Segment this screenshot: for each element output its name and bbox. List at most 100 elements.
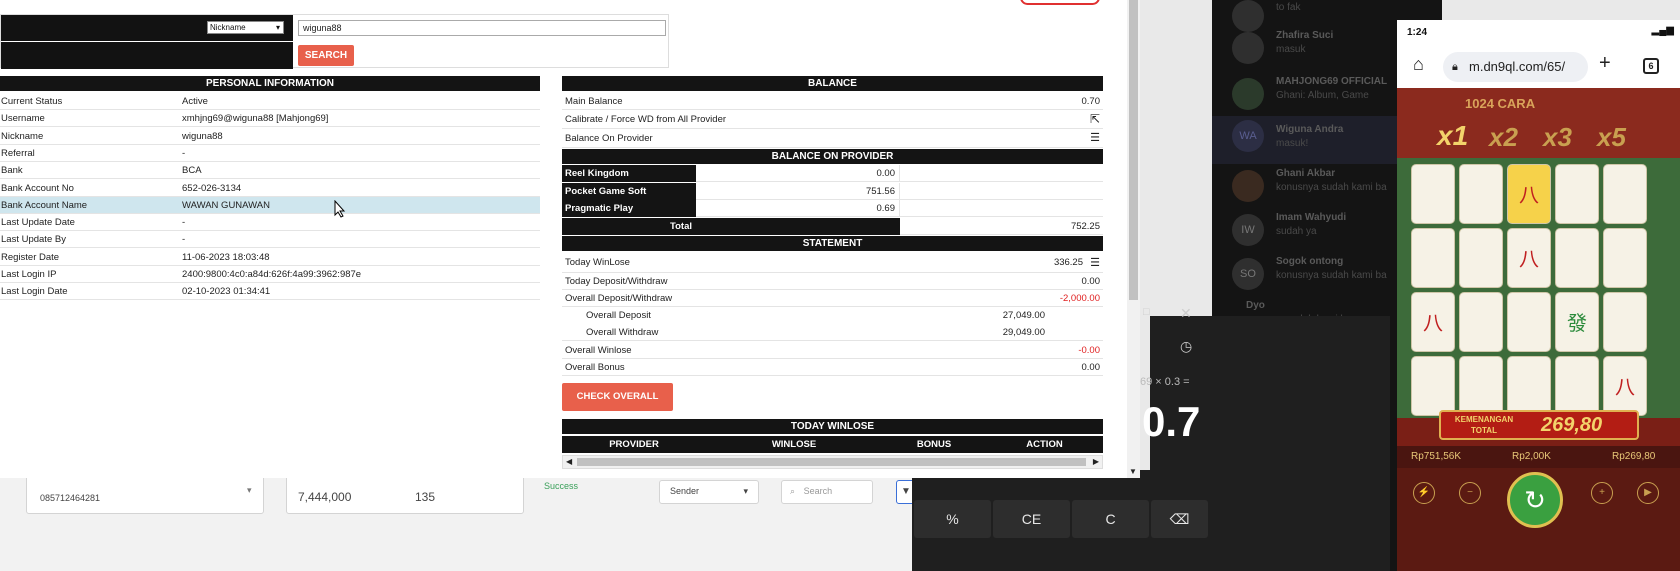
overall-dw-row: Overall Deposit/Withdraw -2,000.00 — [562, 290, 1103, 307]
chevron-down-icon[interactable]: ▾ — [247, 485, 252, 496]
personal-info-label: Last Update Date — [1, 217, 75, 229]
horizontal-scrollbar[interactable]: ◀ ▶ — [562, 455, 1103, 469]
scroll-right-icon[interactable]: ▶ — [1093, 457, 1099, 466]
search-form: Nickname ▾ wiguna88 SEARCH — [0, 14, 669, 69]
chevron-down-icon: ▾ — [743, 486, 748, 496]
new-tab-icon[interactable]: + — [1599, 52, 1611, 75]
modal-top-badge[interactable] — [1020, 0, 1100, 5]
mahjong-tile — [1555, 164, 1599, 224]
personal-info-value: wiguna88 — [182, 130, 223, 142]
personal-info-label: Nickname — [1, 130, 44, 142]
scroll-left-icon[interactable]: ◀ — [566, 457, 572, 466]
multiplier-x1: x1 — [1437, 120, 1469, 151]
calc-key-percent[interactable]: % — [914, 500, 991, 538]
provider-total-spacer — [696, 218, 900, 235]
calc-key-c[interactable]: C — [1072, 500, 1149, 538]
check-overall-button[interactable]: CHECK OVERALL — [562, 383, 673, 411]
history-icon[interactable]: ◷ — [1180, 338, 1192, 355]
overall-bonus-row: Overall Bonus 0.00 — [562, 359, 1103, 376]
mahjong-tile — [1507, 356, 1551, 416]
scroll-thumb[interactable] — [1129, 0, 1138, 300]
balance-bar: Rp751,56K Rp2,00K Rp269,80 — [1397, 446, 1680, 468]
search-input[interactable]: wiguna88 — [298, 20, 666, 36]
mahjong-tile — [1411, 164, 1455, 224]
mahjong-tile — [1459, 164, 1503, 224]
overall-winlose-row: Overall Winlose -0.00 — [562, 342, 1103, 359]
personal-info-label: Bank Account No — [1, 182, 74, 194]
list-icon[interactable]: ☰ — [1090, 129, 1100, 148]
today-winlose-header: TODAY WINLOSE — [562, 419, 1103, 434]
vertical-scrollbar[interactable]: ▼ — [1127, 0, 1140, 478]
list-icon[interactable]: ☰ — [1090, 253, 1100, 273]
turbo-icon[interactable]: ⚡ — [1413, 482, 1435, 504]
mahjong-tile — [1411, 228, 1455, 288]
minus-icon[interactable]: − — [1459, 482, 1481, 504]
overall-dw-label: Overall Deposit/Withdraw — [565, 293, 673, 304]
search-button[interactable]: SEARCH — [298, 45, 354, 66]
personal-info-value: - — [182, 234, 186, 246]
provider-row: Pocket Game Soft 751.56 — [562, 183, 1103, 200]
tab-count[interactable]: 6 — [1643, 58, 1659, 74]
calc-expression: 69 × 0.3 = — [1140, 376, 1190, 388]
personal-info-header: PERSONAL INFORMATION — [0, 76, 540, 91]
chat-name: Ghani Akbar — [1276, 168, 1336, 179]
personal-info-label: Username — [1, 113, 45, 125]
mahjong-tile — [1507, 292, 1551, 352]
game-title: 1024 CARA — [1465, 96, 1536, 111]
overall-dw-value: -2,000.00 — [1059, 293, 1100, 304]
calc-key-backspace[interactable]: ⌫ — [1151, 500, 1208, 538]
col-provider: PROVIDER — [609, 439, 659, 450]
personal-info-value: xmhjng69@wiguna88 [Mahjong69] — [182, 113, 329, 125]
balance-header: BALANCE — [562, 76, 1103, 91]
chat-message: to fak — [1276, 2, 1301, 13]
game-bet: Rp2,00K — [1512, 451, 1551, 462]
personal-info-value: 11-06-2023 18:03:48 — [182, 251, 270, 263]
today-dw-label: Today Deposit/Withdraw — [565, 276, 668, 287]
scroll-thumb[interactable] — [577, 458, 1086, 466]
overall-withdraw-value: 29,049.00 — [1002, 327, 1045, 338]
mahjong-tile — [1603, 164, 1647, 224]
chevron-down-icon: ▾ — [275, 23, 280, 32]
game-screen[interactable]: 1024 CARA x1 x2 x3 x5 八 八 八 發 八 KEMENANG… — [1397, 88, 1680, 571]
personal-info-value: 02-10-2023 01:34:41 — [182, 286, 271, 298]
sender-select[interactable]: Sender ▾ — [659, 480, 759, 504]
chat-message: sudah ya — [1276, 226, 1317, 237]
search-filter-select[interactable]: Nickname ▾ — [207, 21, 284, 34]
provider-value: 751.56 — [696, 183, 900, 200]
balance-on-provider-row: Balance On Provider ☰ — [562, 129, 1103, 148]
plus-icon[interactable]: + — [1591, 482, 1613, 504]
close-icon[interactable]: ✕ — [1180, 305, 1192, 322]
maximize-icon[interactable]: □ — [1143, 306, 1150, 318]
win-banner: KEMENANGAN TOTAL 269,80 — [1439, 410, 1639, 440]
overall-withdraw-row: Overall Withdraw 29,049.00 — [562, 324, 1103, 341]
auto-icon[interactable]: ▶ — [1637, 482, 1659, 504]
provider-total-row: Total 752.25 — [562, 218, 1103, 235]
personal-info-row: Register Date 11-06-2023 18:03:48 — [0, 249, 540, 266]
mahjong-tile — [1603, 228, 1647, 288]
bg-search-input[interactable]: ⌕ Search — [781, 480, 873, 504]
bg-count: 135 — [415, 490, 436, 504]
mahjong-tile — [1555, 356, 1599, 416]
provider-row: Reel Kingdom 0.00 — [562, 165, 1103, 182]
game-balance: Rp751,56K — [1411, 451, 1462, 462]
url-bar[interactable]: 🔒︎ m.dn9ql.com/65/ — [1443, 52, 1588, 82]
provider-value: 0.69 — [696, 200, 900, 217]
multiplier-x3: x3 — [1543, 122, 1572, 152]
share-icon[interactable]: ⇱ — [1090, 110, 1100, 129]
personal-info-row: Last Update By - — [0, 231, 540, 249]
overall-deposit-label: Overall Deposit — [586, 310, 651, 321]
personal-info-label: Current Status — [1, 96, 63, 107]
home-icon[interactable]: ⌂ — [1413, 54, 1424, 75]
search-filter-value: Nickname — [210, 23, 246, 32]
spin-button[interactable]: ↻ — [1507, 472, 1563, 528]
calc-key-ce[interactable]: CE — [993, 500, 1070, 538]
mouse-cursor-icon — [334, 200, 346, 218]
scroll-down-icon[interactable]: ▼ — [1129, 467, 1137, 476]
balance-on-provider-header: BALANCE ON PROVIDER — [562, 149, 1103, 164]
mahjong-tile — [1603, 292, 1647, 352]
provider-total-label: Total — [562, 218, 696, 235]
multiplier-x5: x5 — [1597, 122, 1626, 152]
mahjong-tile: 發 — [1555, 292, 1599, 352]
overall-deposit-value: 27,049.00 — [1002, 310, 1045, 321]
personal-info-label: Last Login Date — [1, 286, 68, 298]
